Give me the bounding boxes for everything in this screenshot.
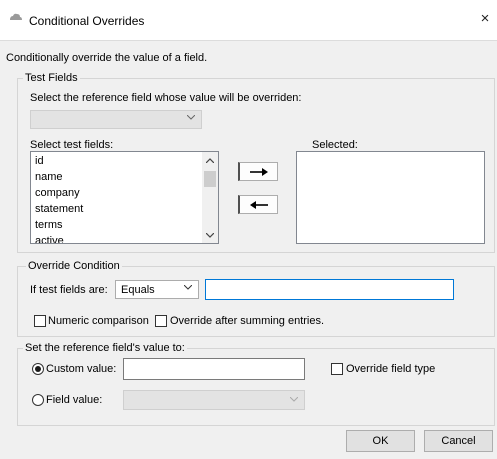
window-title: Conditional Overrides bbox=[29, 14, 145, 28]
if-test-fields-label: If test fields are: bbox=[30, 284, 108, 296]
scroll-thumb[interactable] bbox=[204, 171, 216, 187]
cancel-button[interactable]: Cancel bbox=[424, 430, 493, 452]
list-scrollbar[interactable] bbox=[202, 152, 218, 243]
available-fields-list[interactable]: id name company statement terms active bbox=[30, 151, 219, 244]
list-item[interactable]: statement bbox=[35, 203, 83, 215]
custom-value-input[interactable] bbox=[123, 358, 305, 380]
summing-label: Override after summing entries. bbox=[170, 315, 325, 327]
chevron-down-icon bbox=[290, 397, 298, 402]
selected-fields-label: Selected: bbox=[312, 139, 358, 151]
remove-field-button[interactable] bbox=[238, 195, 278, 214]
reference-field-label: Select the reference field whose value w… bbox=[30, 92, 302, 104]
set-value-legend: Set the reference field's value to: bbox=[23, 342, 187, 354]
title-divider bbox=[0, 40, 497, 41]
selected-fields-list[interactable] bbox=[296, 151, 485, 244]
add-field-button[interactable] bbox=[238, 162, 278, 181]
list-item[interactable]: company bbox=[35, 187, 80, 199]
arrow-left-icon bbox=[250, 201, 268, 209]
custom-value-radio[interactable] bbox=[32, 363, 44, 375]
scroll-down-icon[interactable] bbox=[206, 233, 214, 238]
override-field-type-checkbox[interactable] bbox=[331, 363, 343, 375]
list-item[interactable]: name bbox=[35, 171, 63, 183]
operator-select[interactable]: Equals bbox=[115, 280, 199, 299]
test-fields-legend: Test Fields bbox=[23, 72, 80, 84]
list-item[interactable]: active bbox=[35, 235, 64, 243]
radio-selected-dot bbox=[35, 366, 41, 372]
condition-value-input[interactable] bbox=[205, 279, 454, 300]
custom-value-label: Custom value: bbox=[46, 363, 117, 375]
field-value-select[interactable] bbox=[123, 390, 305, 410]
chevron-down-icon bbox=[184, 285, 192, 290]
scroll-up-icon[interactable] bbox=[206, 158, 214, 163]
ok-button[interactable]: OK bbox=[346, 430, 415, 452]
list-item[interactable]: id bbox=[35, 155, 44, 167]
list-item[interactable]: terms bbox=[35, 219, 63, 231]
summing-checkbox[interactable] bbox=[155, 315, 167, 327]
dialog-description: Conditionally override the value of a fi… bbox=[6, 52, 208, 64]
cloud-icon bbox=[10, 13, 22, 20]
numeric-comparison-label: Numeric comparison bbox=[48, 315, 149, 327]
override-condition-legend: Override Condition bbox=[26, 260, 122, 272]
field-value-radio[interactable] bbox=[32, 394, 44, 406]
field-value-label: Field value: bbox=[46, 394, 103, 406]
operator-value: Equals bbox=[121, 284, 155, 296]
arrow-right-icon bbox=[250, 168, 268, 176]
override-field-type-label: Override field type bbox=[346, 363, 436, 375]
chevron-down-icon bbox=[187, 115, 195, 120]
reference-field-select[interactable] bbox=[30, 110, 202, 129]
numeric-comparison-checkbox[interactable] bbox=[34, 315, 46, 327]
close-button[interactable]: × bbox=[476, 10, 494, 28]
select-test-fields-label: Select test fields: bbox=[30, 139, 114, 151]
